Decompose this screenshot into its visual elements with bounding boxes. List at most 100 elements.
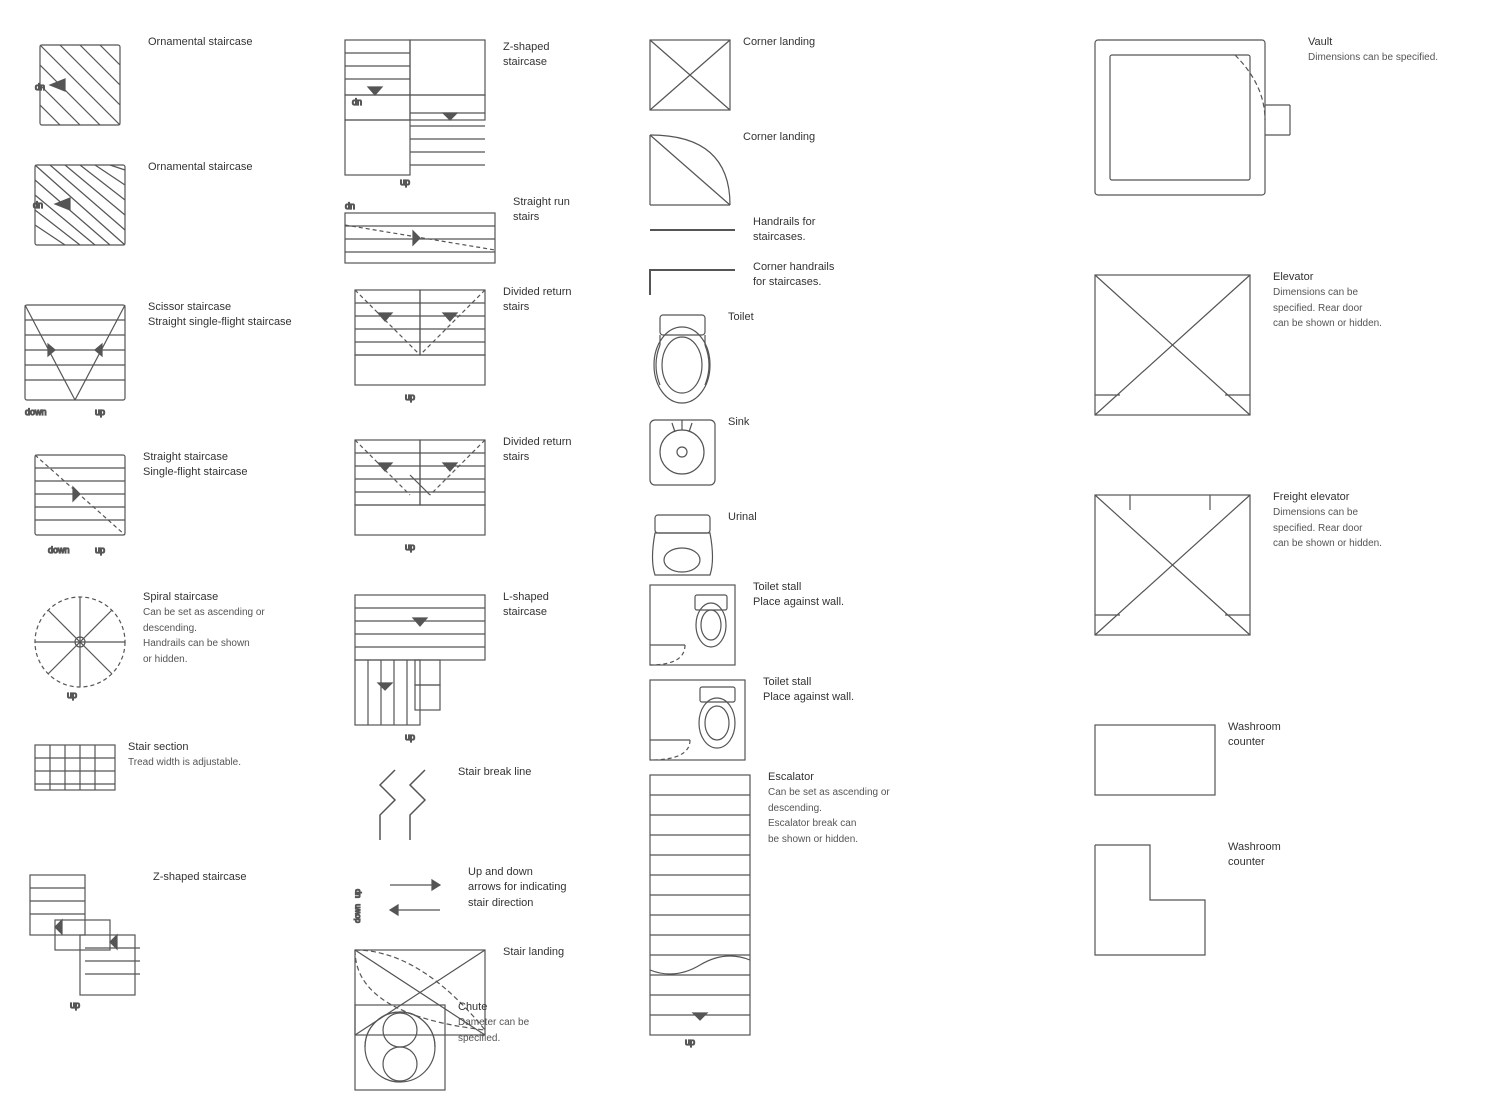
z-shaped-staircase-top: dn up Z-shaped staircase [340,35,549,193]
svg-text:down: down [353,904,362,923]
divided-return-stairs-2: up Divided return stairs [350,435,571,583]
divided-return-stairs-1-label: Divided return stairs [503,285,571,316]
corner-landing-1: Corner landing [645,35,815,118]
corner-handrails: Corner handrails for staircases. [645,260,834,303]
escalator-symbol: up [645,770,760,1053]
ornamental-staircase-1-label: Ornamental staircase [148,35,253,50]
svg-text:up: up [95,545,105,555]
elevator-label: Elevator Dimensions can be specified. Re… [1273,270,1382,332]
washroom-counter-2-symbol [1090,840,1220,963]
corner-landing-1-symbol [645,35,735,118]
scissor-staircase-label: Scissor staircase Straight single-flight… [148,300,292,331]
ornamental-staircase-2: dn Ornamental staircase [30,160,253,263]
stair-break-line-label: Stair break line [458,765,531,780]
svg-text:up: up [405,542,415,552]
chute-label: Chute Dameter can be specified. [458,1000,529,1046]
spiral-staircase-label: Spiral staircase Can be set as ascending… [143,590,265,667]
corner-handrails-symbol [645,260,745,303]
elevator-symbol [1090,270,1265,428]
straight-staircase-symbol: down up [30,450,135,563]
urinal-label: Urinal [728,510,757,525]
scissor-staircase-symbol: down up [20,300,140,423]
escalator-label: Escalator Can be set as ascending or des… [768,770,890,847]
toilet-stall-1-label: Toilet stall Place against wall. [753,580,844,611]
washroom-counter-1-symbol [1090,720,1220,803]
straight-staircase: down up Straight staircase Single-flight… [30,450,248,563]
svg-text:up: up [405,392,415,402]
toilet: Toilet [645,310,754,413]
ornamental-staircase-2-symbol: dn [30,160,140,263]
vault-symbol [1090,35,1300,223]
freight-elevator-symbol [1090,490,1265,648]
straight-staircase-label: Straight staircase Single-flight stairca… [143,450,248,481]
corner-handrails-label: Corner handrails for staircases. [753,260,834,291]
divided-return-stairs-2-label: Divided return stairs [503,435,571,466]
urinal-symbol [645,510,720,588]
stair-section-label: Stair section Tread width is adjustable. [128,740,241,771]
divided-return-stairs-2-symbol: up [350,435,495,583]
svg-text:up: up [405,732,415,742]
vault: Vault Dimensions can be specified. [1090,35,1438,223]
z-shaped-staircase-top-symbol: dn up [340,35,495,193]
corner-landing-1-label: Corner landing [743,35,815,50]
freight-elevator: Freight elevator Dimensions can be speci… [1090,490,1382,648]
up-down-arrows-symbol: up down [360,865,460,943]
straight-run-stairs-label: Straight run stairs [513,195,570,226]
toilet-stall-2: Toilet stall Place against wall. [645,675,854,773]
stair-section-symbol [30,740,120,798]
svg-text:up: up [685,1037,695,1047]
toilet-label: Toilet [728,310,754,325]
z-shaped-staircase-bottom-label: Z-shaped staircase [153,870,247,885]
sink-symbol [645,415,720,508]
handrails-label: Handrails for staircases. [753,215,815,246]
stair-break-line: Stair break line [360,765,531,858]
sink: Sink [645,415,749,508]
straight-run-stairs-symbol: dn [340,195,505,283]
svg-text:down: down [25,407,47,417]
washroom-counter-1-label: Washroom counter [1228,720,1281,751]
up-down-arrows: up down Up and down arrows for indicatin… [360,865,566,943]
svg-text:up: up [70,1000,80,1010]
divided-return-stairs-1: up Divided return stairs [350,285,571,433]
urinal: Urinal [645,510,757,588]
l-shaped-staircase-label: L-shaped staircase [503,590,549,621]
corner-landing-2: Corner landing [645,130,815,213]
svg-text:down: down [48,545,70,555]
toilet-stall-1: Toilet stall Place against wall. [645,580,844,678]
z-shaped-staircase-top-label: Z-shaped staircase [503,40,549,71]
z-shaped-staircase-bottom: up Z-shaped staircase [25,870,247,1013]
escalator: up Escalator Can be set as ascending or … [645,770,890,1053]
stair-landing-label: Stair landing [503,945,564,960]
stair-section: Stair section Tread width is adjustable. [30,740,241,798]
svg-text:up: up [400,177,410,187]
ornamental-staircase-1: dn Ornamental staircase [30,35,253,138]
stair-break-line-symbol [360,765,450,858]
sink-label: Sink [728,415,749,430]
l-shaped-staircase-symbol: up [350,590,495,748]
svg-text:dn: dn [352,97,362,107]
corner-landing-2-symbol [645,130,735,213]
freight-elevator-label: Freight elevator Dimensions can be speci… [1273,490,1382,552]
divided-return-stairs-1-symbol: up [350,285,495,433]
svg-text:dn: dn [33,200,43,210]
washroom-counter-1: Washroom counter [1090,720,1281,803]
svg-text:dn: dn [345,201,355,211]
up-down-arrows-label: Up and down arrows for indicating stair … [468,865,566,911]
svg-text:up: up [95,407,105,417]
toilet-symbol [645,310,720,413]
svg-text:up: up [67,690,77,700]
scissor-staircase: down up Scissor staircase Straight singl… [20,300,292,423]
vault-label: Vault Dimensions can be specified. [1308,35,1438,66]
svg-text:dn: dn [35,82,45,92]
straight-run-stairs: dn Straight run stairs [340,195,570,283]
elevator: Elevator Dimensions can be specified. Re… [1090,270,1382,428]
washroom-counter-2: Washroom counter [1090,840,1281,963]
corner-landing-2-label: Corner landing [743,130,815,145]
handrails-symbol [645,215,745,248]
main-page: dn Ornamental staircase [0,0,1500,1058]
handrails: Handrails for staircases. [645,215,815,248]
svg-text:up: up [353,889,362,898]
ornamental-staircase-2-label: Ornamental staircase [148,160,253,175]
spiral-staircase-symbol: up [25,590,135,703]
toilet-stall-1-symbol [645,580,745,678]
